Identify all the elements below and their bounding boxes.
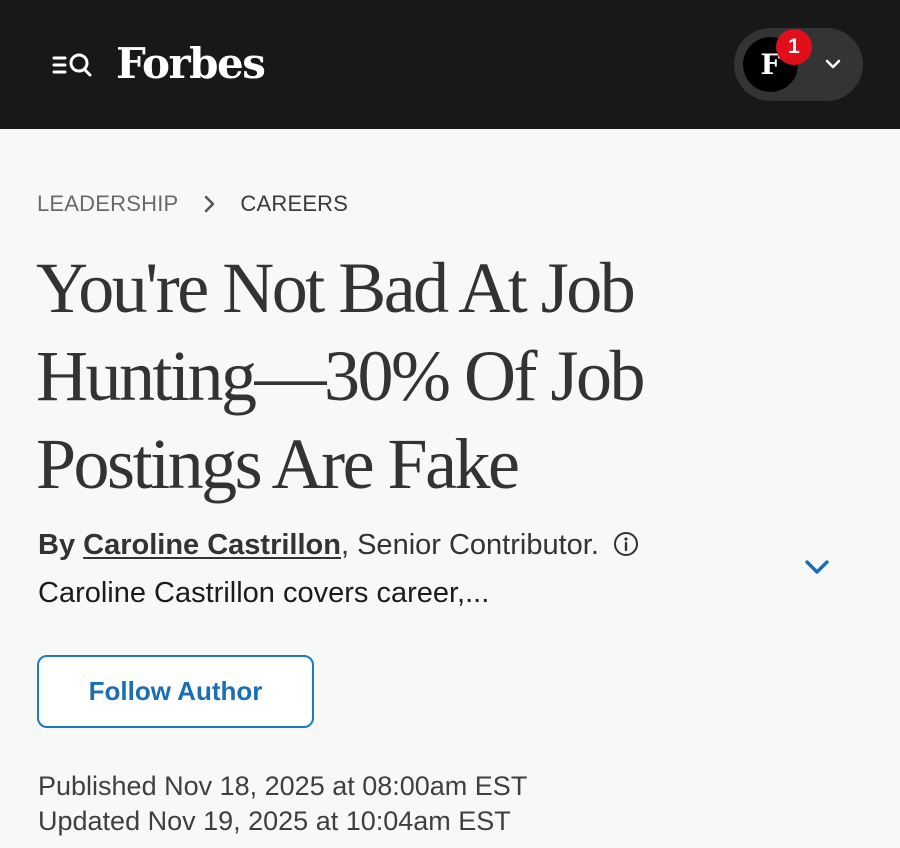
breadcrumb: LEADERSHIP CAREERS xyxy=(37,188,348,220)
published-date: Published Nov 18, 2025 at 08:00am EST xyxy=(38,771,528,801)
article-headline: You're Not Bad At Job Hunting—30% Of Job… xyxy=(36,248,645,504)
byline-by-label: By xyxy=(38,529,76,561)
forbes-logo[interactable]: Forbes xyxy=(116,36,266,92)
top-bar: Forbes F 1 xyxy=(0,0,900,129)
chevron-right-icon xyxy=(205,195,215,213)
byline: By Caroline Castrillon, Senior Contribut… xyxy=(38,526,738,564)
search-menu-icon[interactable] xyxy=(52,50,96,82)
author-name-link[interactable]: Caroline Castrillon xyxy=(83,529,341,561)
notification-badge: 1 xyxy=(776,29,812,65)
follow-author-button[interactable]: Follow Author xyxy=(37,655,314,728)
author-role: Senior Contributor. xyxy=(357,529,599,561)
author-bio: Caroline Castrillon covers career,... xyxy=(38,577,490,609)
breadcrumb-careers[interactable]: CAREERS xyxy=(240,191,348,217)
article-dates: Published Nov 18, 2025 at 08:00am EST Up… xyxy=(38,769,527,839)
chevron-down-icon xyxy=(825,59,841,69)
breadcrumb-leadership[interactable]: LEADERSHIP xyxy=(37,191,178,217)
account-menu-button[interactable]: F 1 xyxy=(734,28,863,101)
info-icon[interactable] xyxy=(613,531,639,557)
byline-comma: , xyxy=(340,529,350,561)
chevron-down-icon[interactable] xyxy=(802,555,832,579)
updated-date: Updated Nov 19, 2025 at 10:04am EST xyxy=(38,806,511,836)
